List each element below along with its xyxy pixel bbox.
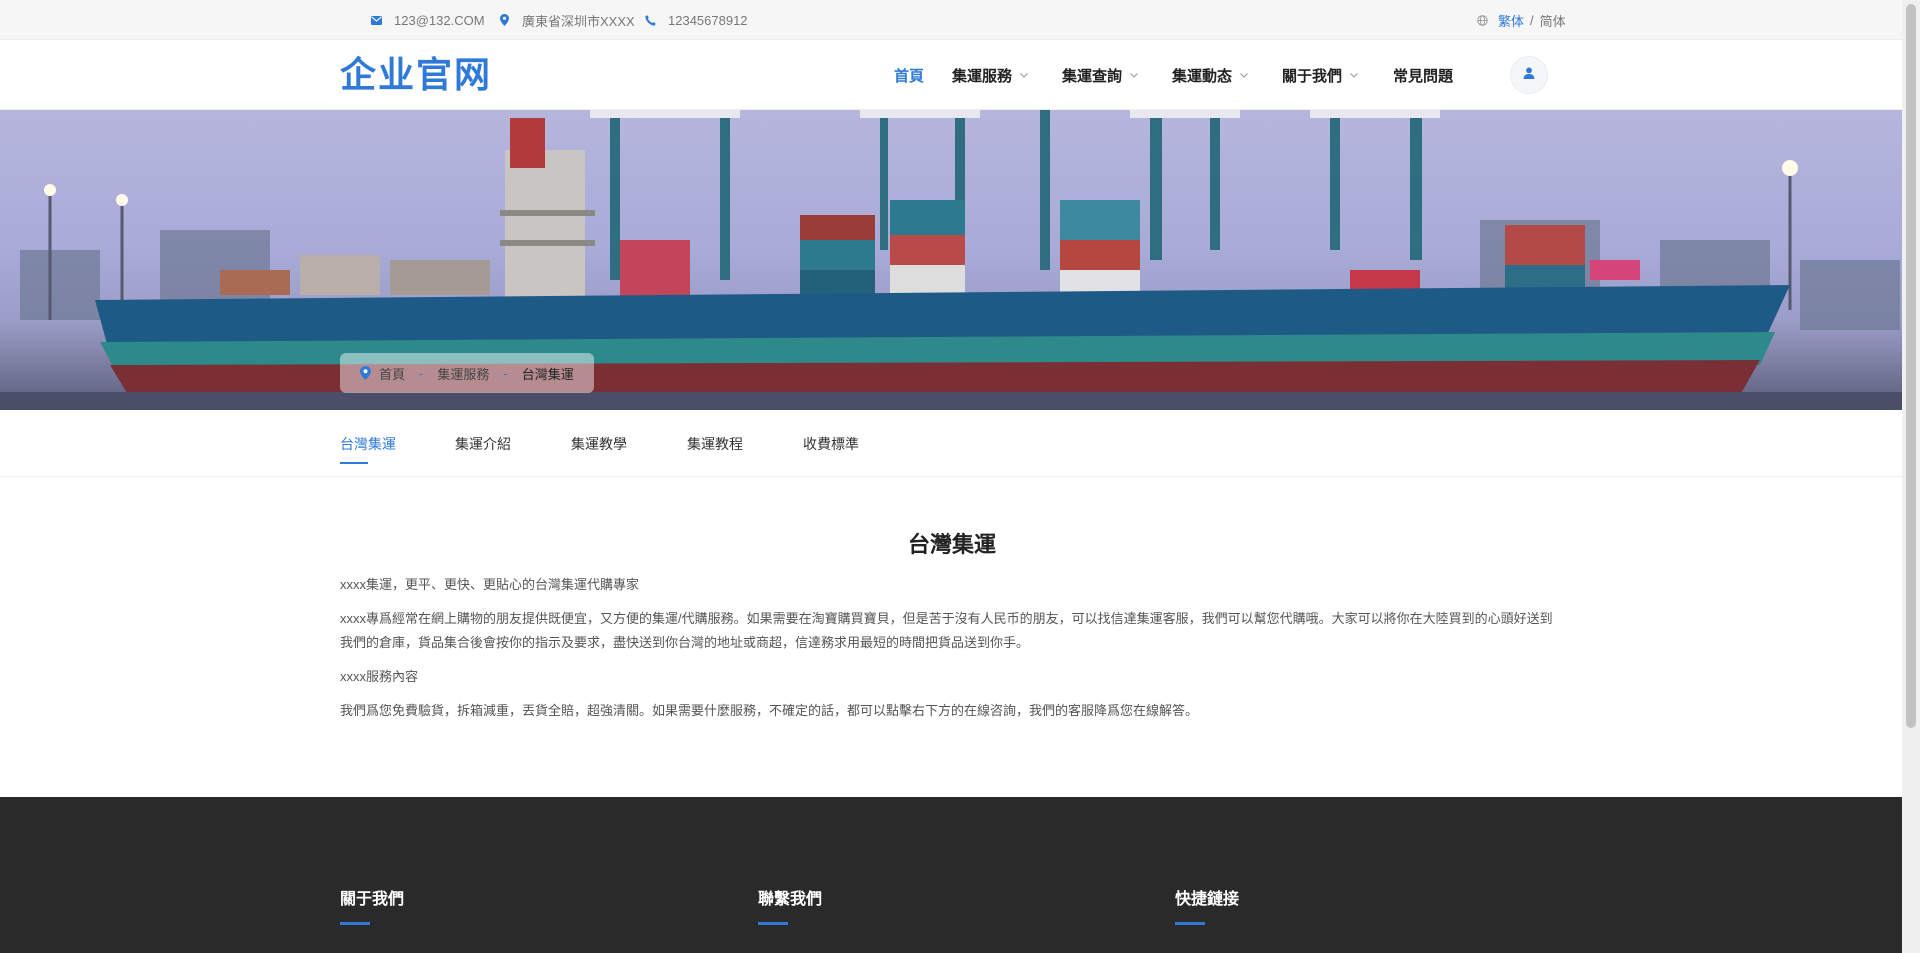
tab-fee-standards[interactable]: 收費標準: [803, 410, 859, 477]
nav-shipping-query[interactable]: 集運查詢: [1062, 40, 1138, 110]
content-paragraph: xxxx集運，更平、更快、更貼心的台灣集運代購專家: [340, 577, 640, 592]
footer-about-heading: 關于我們: [340, 891, 405, 908]
phone-info: 12345678912: [642, 0, 748, 40]
footer-heading-underline: [1175, 922, 1205, 925]
user-icon: [1523, 66, 1535, 84]
nav-home[interactable]: 首頁: [894, 40, 924, 110]
top-info-bar: 123@132.COM 廣東省深圳市XXXX 12345678912 繁体 / …: [0, 0, 1902, 40]
page-scrollbar[interactable]: [1902, 0, 1920, 953]
hero-banner: 首頁 - 集運服務 - 台灣集運: [0, 110, 1902, 410]
tab-shipping-guide[interactable]: 集運教程: [687, 410, 743, 477]
user-account-button[interactable]: [1510, 56, 1548, 94]
nav-faq[interactable]: 常見問題: [1393, 40, 1453, 110]
tab-shipping-tutorial[interactable]: 集運教學: [571, 410, 627, 477]
content-paragraph: xxxx服務內容: [340, 669, 419, 684]
nav-home-label: 首頁: [894, 67, 925, 85]
cargo-ship-illustration: [0, 110, 1902, 410]
tab-shipping-intro[interactable]: 集運介紹: [455, 410, 511, 477]
chevron-down-icon: [1130, 70, 1138, 80]
lang-simplified[interactable]: 简体: [1540, 11, 1566, 30]
nav-shipping-query-label: 集運查詢: [1062, 67, 1123, 85]
location-icon: [496, 12, 512, 28]
lang-traditional[interactable]: 繁体: [1498, 11, 1524, 30]
map-pin-icon: [360, 366, 371, 380]
tab-taiwan-shipping[interactable]: 台灣集運: [340, 410, 396, 477]
site-footer: 關于我們 聯繫我們 快捷鏈接: [0, 797, 1902, 953]
footer-links-heading: 快捷鏈接: [1175, 891, 1240, 908]
mail-icon: [368, 12, 384, 28]
nav-shipping-news-label: 集運動态: [1172, 67, 1233, 85]
footer-heading-underline: [340, 922, 370, 925]
address-info: 廣東省深圳市XXXX: [496, 0, 635, 40]
site-header: 企业官网 首頁 集運服務 集運查詢 集運動态 關于我們 常見問題: [0, 40, 1902, 110]
nav-shipping-services[interactable]: 集運服務: [952, 40, 1028, 110]
breadcrumb: 首頁 - 集運服務 - 台灣集運: [340, 353, 594, 393]
nav-about-us-label: 關于我們: [1282, 67, 1343, 85]
address-text: 廣東省深圳市XXXX: [522, 13, 635, 29]
content-paragraph: 我們爲您免費驗貨，拆箱減重，丟貨全賠，超強清關。如果需要什麼服務，不確定的話，都…: [340, 703, 1199, 718]
language-switcher: 繁体 / 简体: [1474, 0, 1566, 40]
nav-about-us[interactable]: 關于我們: [1282, 40, 1358, 110]
scrollbar-thumb[interactable]: [1906, 4, 1916, 728]
breadcrumb-separator: -: [419, 365, 424, 381]
chevron-down-icon: [1240, 70, 1248, 80]
site-logo[interactable]: 企业官网: [340, 56, 492, 96]
nav-shipping-news[interactable]: 集運動态: [1172, 40, 1248, 110]
email-text: 123@132.COM: [394, 12, 485, 28]
breadcrumb-separator: -: [503, 365, 508, 381]
sub-tabs: 台灣集運 集運介紹 集運教學 集運教程 收費標準: [0, 410, 1902, 477]
chevron-down-icon: [1350, 70, 1358, 80]
active-tab-indicator: [340, 462, 368, 464]
phone-text: 12345678912: [668, 12, 748, 28]
phone-icon: [642, 12, 658, 28]
breadcrumb-current: 台灣集運: [521, 366, 574, 382]
footer-heading-underline: [758, 922, 788, 925]
footer-contact-heading: 聯繫我們: [758, 891, 823, 908]
main-content: 台灣集運 xxxx集運，更平、更快、更貼心的台灣集運代購專家 xxxx專爲經常在…: [340, 477, 1564, 723]
chevron-down-icon: [1020, 70, 1028, 80]
content-title: 台灣集運: [907, 532, 996, 557]
lang-separator: /: [1530, 12, 1534, 28]
breadcrumb-services[interactable]: 集運服務: [437, 364, 489, 383]
nav-faq-label: 常見問題: [1393, 67, 1454, 85]
nav-shipping-services-label: 集運服務: [952, 67, 1013, 85]
content-paragraph: xxxx專爲經常在網上購物的朋友提供既便宜，又方便的集運/代購服務。如果需要在淘…: [340, 611, 1553, 650]
email-info: 123@132.COM: [368, 0, 485, 40]
breadcrumb-home[interactable]: 首頁: [379, 364, 405, 383]
globe-icon: [1474, 12, 1490, 28]
